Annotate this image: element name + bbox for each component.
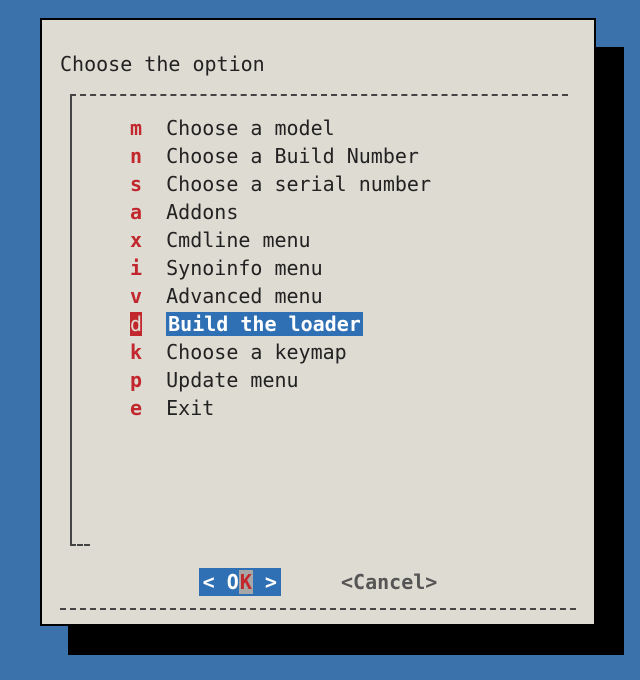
menu-item-gap [142,394,166,422]
menu-item-key: v [130,282,142,310]
menu-item-gap [142,198,166,226]
menu-item-gap [142,114,166,142]
dialog-title: Choose the option [60,50,265,78]
ok-button-close: > [253,570,277,594]
menu-item-i[interactable]: i Synoinfo menu [130,254,431,282]
menu-item-key: x [130,226,142,254]
menu-item-gap [142,366,166,394]
menu-item-p[interactable]: p Update menu [130,366,431,394]
cancel-button[interactable]: <Cancel> [341,568,437,596]
menu-item-label: Choose a Build Number [166,144,419,168]
menu-item-label: Exit [166,396,214,420]
menu-item-label: Update menu [166,368,298,392]
menu-item-key: e [130,394,142,422]
menu-frame-corner [70,518,90,546]
menu-item-v[interactable]: v Advanced menu [130,282,431,310]
menu-item-key: a [130,198,142,226]
menu-item-gap [142,170,166,198]
menu-item-label: Advanced menu [166,284,323,308]
menu-item-label: Build the loader [166,312,363,336]
button-bar: < OK > <Cancel> [42,568,594,596]
menu-item-key: i [130,254,142,282]
menu-item-x[interactable]: x Cmdline menu [130,226,431,254]
menu-item-gap [142,310,166,338]
menu-item-label: Choose a serial number [166,172,431,196]
menu-item-a[interactable]: a Addons [130,198,431,226]
menu-item-k[interactable]: k Choose a keymap [130,338,431,366]
menu-item-gap [142,226,166,254]
menu-item-s[interactable]: s Choose a serial number [130,170,431,198]
menu-item-n[interactable]: n Choose a Build Number [130,142,431,170]
menu-item-label: Choose a model [166,116,335,140]
ok-button[interactable]: < OK > [199,568,281,596]
menu-item-gap [142,282,166,310]
menu-item-m[interactable]: m Choose a model [130,114,431,142]
dialog-bottom-rule [60,608,576,610]
ok-button-hotkey: K [239,570,253,594]
menu-item-key: n [130,142,142,170]
menu-item-gap [142,254,166,282]
menu-item-key: d [130,312,142,336]
menu-item-e[interactable]: e Exit [130,394,431,422]
menu-item-key: k [130,338,142,366]
option-menu[interactable]: m Choose a modeln Choose a Build Numbers… [130,114,431,422]
menu-item-key: m [130,114,142,142]
dialog-box: Choose the option m Choose a modeln Choo… [40,18,596,626]
menu-item-gap [142,338,166,366]
ok-button-open: < [203,570,227,594]
menu-item-label: Choose a keymap [166,340,347,364]
menu-item-label: Synoinfo menu [166,256,323,280]
ok-button-pre: O [227,570,239,594]
menu-item-gap [142,142,166,170]
menu-item-key: p [130,366,142,394]
menu-item-key: s [130,170,142,198]
menu-item-label: Cmdline menu [166,228,311,252]
menu-item-d[interactable]: d Build the loader [130,310,431,338]
menu-item-label: Addons [166,200,238,224]
